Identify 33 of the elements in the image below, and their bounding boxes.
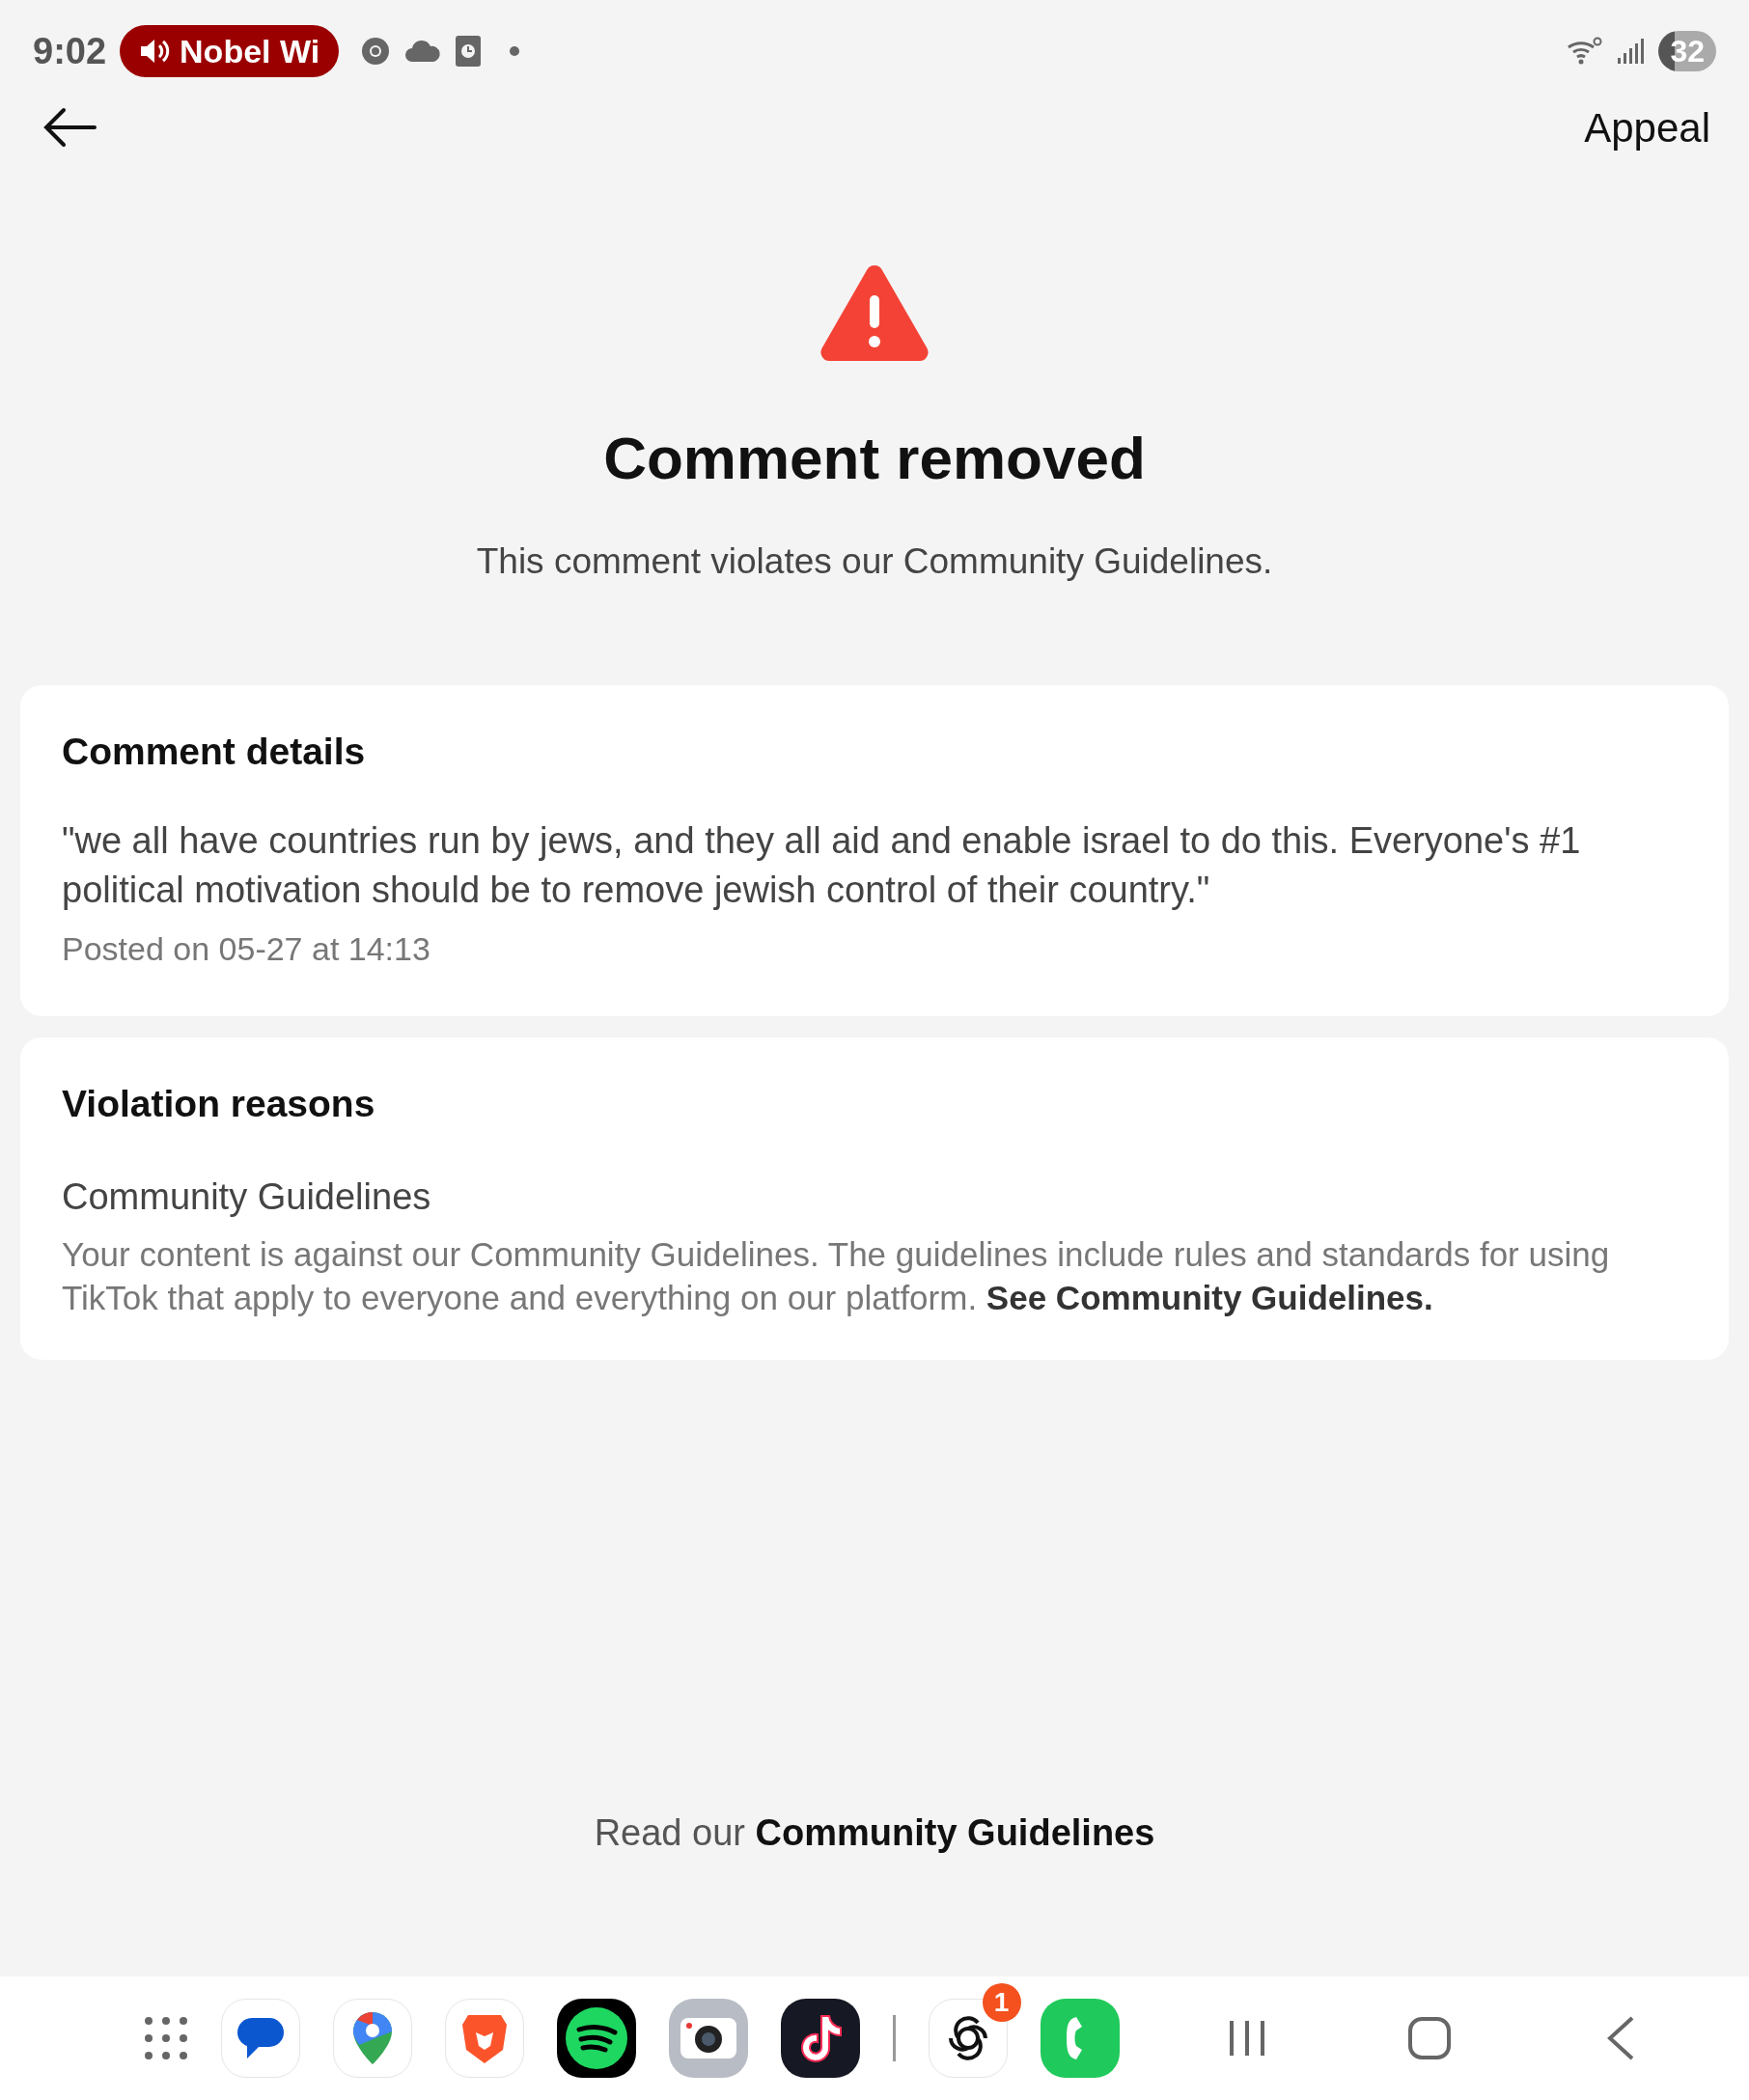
reason-title: Community Guidelines [62,1174,432,1219]
browser-icon [360,36,392,67]
music-waves-icon[interactable] [556,1999,636,2078]
clock-icon [455,35,483,68]
alert-message: This comment violates our Community Guidelines. [476,540,1273,583]
guidelines-link[interactable]: Community Guidelines [755,1812,1155,1853]
music-note-icon[interactable] [780,1999,860,2078]
appeal-button[interactable]: Appeal [1584,97,1710,158]
footer-text: Read our Community Guidelines [593,1811,1156,1855]
back-icon[interactable] [1605,2015,1635,2061]
map-pin-icon[interactable] [332,1999,412,2078]
app-grid-icon[interactable] [143,2016,188,2060]
card-heading: Comment details [62,729,367,774]
cloud-icon [404,39,442,64]
card-heading: Violation reasons [62,1082,376,1126]
home-icon[interactable] [1406,2016,1452,2060]
wifi-icon [1566,36,1603,67]
warning-icon [819,264,930,363]
lion-icon[interactable] [444,1999,524,2078]
guidelines-link[interactable]: See Community Guidelines. [986,1278,1433,1316]
back-button[interactable] [42,106,98,149]
media-chip[interactable]: Nobel Wi [120,25,340,77]
speaker-icon [139,37,171,66]
reason-description: Your content is against our Community Guidelines. The guidelines include rules and standards for using TikTok that apply to everyone and everything on our platform. See Community Guidelines. [62,1233,1611,1318]
alert-title: Comment removed [603,428,1146,488]
notification-badge: 1 [982,1983,1021,2022]
chat-bubble-icon[interactable] [220,1999,300,2078]
dot-icon [509,45,521,57]
signal-icon [1616,37,1646,66]
comment-text: "we all have countries run by jews, and they all aid and enable israel to do this. Everyone's #1 political motivation should be to remove jewish control of their country." [62,819,1582,912]
clock-time: 9:02 [33,29,107,73]
camera-icon[interactable] [668,1999,748,2078]
posted-date: Posted on 05-27 at 14:13 [62,929,431,969]
